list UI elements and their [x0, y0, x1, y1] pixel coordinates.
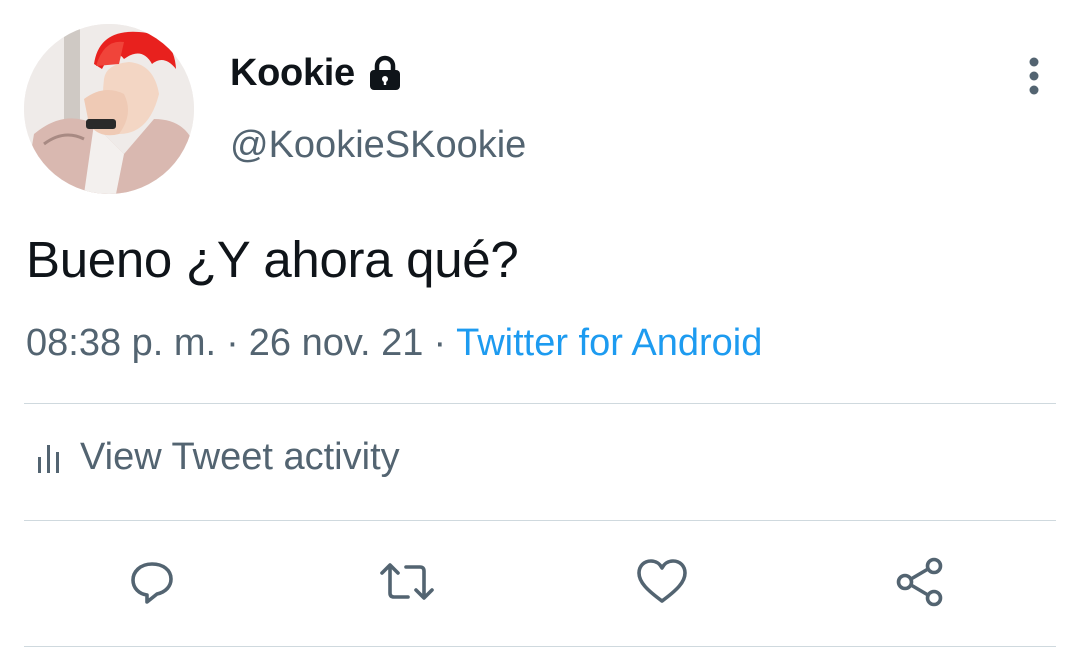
more-options-button[interactable]	[1012, 52, 1056, 100]
author-name-row: Kookie	[230, 52, 403, 95]
divider	[24, 403, 1056, 404]
tweet-time[interactable]: 08:38 p. m.	[26, 322, 216, 364]
reply-icon	[131, 562, 173, 604]
share-button[interactable]	[890, 552, 950, 612]
tweet-date[interactable]: 26 nov. 21	[249, 322, 424, 364]
bar-chart-icon	[36, 441, 62, 475]
tweet-meta: 08:38 p. m. · 26 nov. 21 · Twitter for Andro…	[26, 322, 762, 365]
retweet-button[interactable]	[377, 552, 437, 612]
meta-separator: ·	[226, 322, 239, 364]
divider	[24, 646, 1056, 647]
avatar-image	[24, 24, 194, 194]
divider	[24, 520, 1056, 521]
view-tweet-activity-label: View Tweet activity	[80, 436, 400, 478]
tweet-source-link[interactable]: Twitter for Android	[456, 322, 762, 364]
author-name[interactable]: Kookie	[230, 52, 355, 95]
view-tweet-activity-link[interactable]: View Tweet activity	[36, 436, 400, 479]
avatar[interactable]	[24, 24, 194, 194]
lock-icon	[367, 54, 403, 94]
vertical-dots-icon	[1029, 57, 1039, 95]
heart-icon	[637, 559, 687, 603]
share-icon	[896, 557, 943, 607]
retweet-icon	[380, 563, 434, 600]
meta-separator: ·	[433, 322, 447, 364]
reply-button[interactable]	[122, 552, 182, 612]
tweet-text: Bueno ¿Y ahora qué?	[26, 231, 519, 288]
tweet-action-bar	[0, 552, 1080, 612]
like-button[interactable]	[632, 552, 692, 612]
author-handle[interactable]: @KookieSKookie	[230, 124, 526, 167]
